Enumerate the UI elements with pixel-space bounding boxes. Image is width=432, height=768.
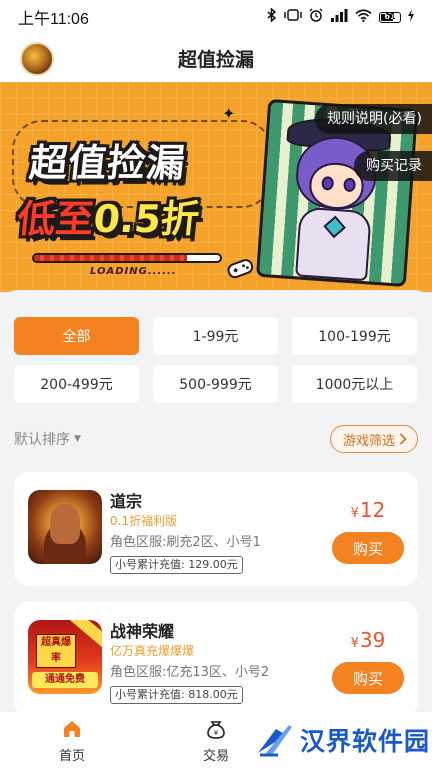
listing-card[interactable]: 超真爆率 通通免费 战神荣耀 亿万真充爆爆爆 角色区服:亿充13区、小号2 小号… xyxy=(14,602,418,716)
price: ¥39 xyxy=(332,628,404,652)
sparkle-icon: ✦ xyxy=(222,104,236,123)
currency-symbol: ¥ xyxy=(350,506,359,521)
main-panel: 全部 1-99元 100-199元 200-499元 500-999元 1000… xyxy=(0,290,432,720)
banner-subtitle-prefix: 低至 xyxy=(15,197,96,241)
price: ¥12 xyxy=(332,498,404,522)
status-icons: 61 xyxy=(267,7,414,26)
charging-icon xyxy=(408,8,414,26)
game-filter-button[interactable]: 游戏筛选 xyxy=(329,425,418,453)
game-icon-daozong xyxy=(28,490,102,564)
status-bar: 上午11:06 61 xyxy=(0,0,432,34)
banner-subtitle-highlight: 0.5折 xyxy=(91,197,202,241)
bluetooth-icon xyxy=(267,7,277,26)
page-title: 超值捡漏 xyxy=(177,48,254,71)
chevron-right-icon xyxy=(399,433,407,445)
price-value: 39 xyxy=(359,628,386,652)
status-time: 上午11:06 xyxy=(18,11,89,28)
caret-down-icon[interactable]: ▼ xyxy=(74,434,81,444)
price-filter-1-99[interactable]: 1-99元 xyxy=(153,317,278,355)
recharge-total: 小号累计充值: 129.00元 xyxy=(110,556,243,574)
battery-icon: 61 xyxy=(379,11,401,23)
banner-title: 超值捡漏 xyxy=(27,141,188,185)
game-tag: 0.1折福利版 xyxy=(110,514,178,528)
currency-symbol: ¥ xyxy=(350,636,359,651)
sort-dropdown[interactable]: 默认排序 xyxy=(14,429,70,449)
listing-card[interactable]: 道宗 0.1折福利版 角色区服:刷充2区、小号1 小号累计充值: 129.00元… xyxy=(14,472,418,586)
nav-home-label: 首页 xyxy=(58,749,85,764)
buy-button[interactable]: 购买 xyxy=(332,662,404,694)
game-name: 战神荣耀 xyxy=(110,622,175,641)
banner-subtitle: 低至0.5折 xyxy=(15,188,202,243)
svg-text:¥: ¥ xyxy=(214,729,219,737)
price-value: 12 xyxy=(359,498,386,522)
price-filter-200-499[interactable]: 200-499元 xyxy=(14,365,139,403)
nav-trade-label: 交易 xyxy=(202,749,229,764)
nav-home[interactable]: 首页 xyxy=(32,718,112,764)
buy-button[interactable]: 购买 xyxy=(332,532,404,564)
battery-level: 61 xyxy=(384,11,396,21)
game-server: 角色区服:亿充13区、小号2 xyxy=(110,665,270,680)
signal-icon xyxy=(330,8,348,26)
home-icon xyxy=(64,721,80,737)
game-tag: 亿万真充爆爆爆 xyxy=(110,644,195,658)
price-filter-100-199[interactable]: 100-199元 xyxy=(292,317,417,355)
price-filter-all[interactable]: 全部 xyxy=(14,317,139,355)
nav-trade[interactable]: ¥ 交易 xyxy=(176,718,256,764)
trade-bag-icon: ¥ xyxy=(207,721,225,739)
avatar[interactable] xyxy=(20,42,54,76)
purchase-records-button[interactable]: 购买记录 xyxy=(354,151,432,181)
alarm-icon xyxy=(309,8,323,26)
game-filter-label: 游戏筛选 xyxy=(342,433,395,449)
price-filter-grid: 全部 1-99元 100-199元 200-499元 500-999元 1000… xyxy=(14,317,418,403)
price-filter-500-999[interactable]: 500-999元 xyxy=(153,365,278,403)
price-filter-1000-plus[interactable]: 1000元以上 xyxy=(292,365,417,403)
icon-text-bottom: 通通免费 xyxy=(32,672,98,688)
game-icon-zhanshen: 超真爆率 通通免费 xyxy=(28,620,102,694)
watermark: 汉界软件园 xyxy=(256,718,430,762)
game-name: 道宗 xyxy=(110,492,143,511)
rules-button[interactable]: 规则说明(必看) xyxy=(315,104,432,134)
vibrate-icon xyxy=(284,9,302,25)
game-server: 角色区服:刷充2区、小号1 xyxy=(110,535,261,550)
icon-text-top: 超真爆率 xyxy=(36,634,76,668)
wifi-icon xyxy=(355,8,372,26)
watermark-text: 汉界软件园 xyxy=(300,727,431,756)
loading-bar xyxy=(32,253,222,263)
sort-row: 默认排序 ▼ 游戏筛选 xyxy=(14,424,418,454)
recharge-total: 小号累计充值: 818.00元 xyxy=(110,686,243,704)
loading-fill xyxy=(34,255,187,261)
loading-text: LOADING...... xyxy=(90,266,177,277)
app-header: 超值捡漏 xyxy=(0,34,432,82)
watermark-logo-icon xyxy=(258,725,292,757)
